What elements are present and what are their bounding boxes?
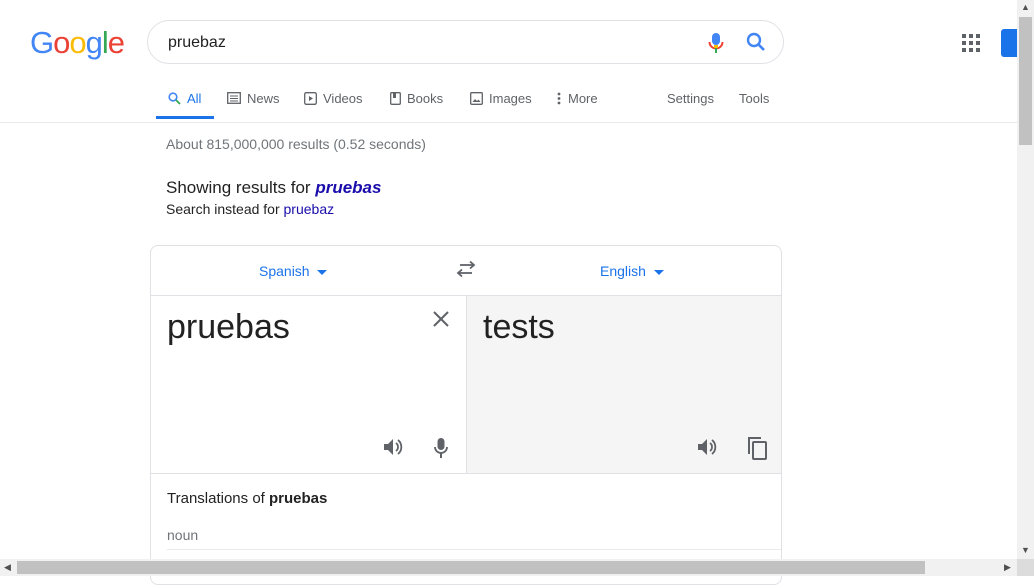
horizontal-scroll-thumb[interactable] (17, 561, 925, 574)
target-language-select[interactable]: English (600, 263, 664, 279)
dropdown-arrow-icon (317, 269, 328, 275)
horizontal-scrollbar[interactable]: ◀ ▶ (0, 559, 1017, 576)
copy-icon[interactable] (746, 436, 768, 465)
tab-videos[interactable]: Videos (304, 86, 363, 122)
speaker-icon[interactable] (697, 437, 719, 462)
original-query-link[interactable]: pruebaz (284, 201, 335, 217)
search-input[interactable]: pruebaz (168, 34, 226, 52)
tab-label: More (568, 91, 598, 106)
speaker-icon[interactable] (383, 437, 405, 462)
video-icon (304, 92, 317, 108)
close-icon[interactable] (432, 310, 450, 333)
tools-link[interactable]: Tools (739, 86, 769, 122)
showing-prefix: Showing results for (166, 178, 311, 197)
more-vert-icon (557, 92, 561, 108)
translations-heading: Translations of pruebas (167, 490, 327, 507)
tab-label: Videos (323, 91, 363, 106)
vertical-scroll-thumb[interactable] (1019, 17, 1032, 145)
dropdown-arrow-icon (653, 269, 664, 275)
result-stats: About 815,000,000 results (0.52 seconds) (166, 136, 426, 152)
scroll-down-arrow-icon[interactable]: ▼ (1021, 545, 1030, 555)
translations-word: pruebas (269, 490, 328, 507)
microphone-icon[interactable] (708, 32, 724, 59)
source-text[interactable]: pruebas (167, 308, 290, 347)
vertical-scrollbar[interactable]: ▲ ▼ (1017, 0, 1034, 559)
search-box[interactable]: pruebaz (147, 20, 784, 64)
settings-link[interactable]: Settings (667, 86, 714, 122)
apps-grid-icon[interactable] (962, 34, 980, 57)
search-icon[interactable] (746, 32, 766, 57)
book-icon (390, 92, 401, 108)
tab-books[interactable]: Books (390, 86, 443, 122)
search-tabs: All News Videos Books Images More Settin… (0, 86, 1017, 123)
microphone-icon[interactable] (433, 437, 449, 464)
scroll-right-arrow-icon[interactable]: ▶ (1004, 562, 1011, 573)
tab-more[interactable]: More (557, 86, 598, 122)
translate-card: Spanish English pruebas tests Translatio… (150, 245, 782, 585)
tab-label: News (247, 91, 280, 106)
image-icon (470, 92, 483, 108)
google-logo[interactable]: Google (30, 25, 125, 61)
tools-label: Tools (739, 91, 770, 106)
tab-images[interactable]: Images (470, 86, 532, 122)
scrollbar-corner (1017, 559, 1034, 576)
target-text-panel: tests (467, 296, 781, 473)
language-row: Spanish English (151, 246, 781, 296)
tab-news[interactable]: News (227, 86, 280, 122)
divider (167, 549, 781, 550)
target-language-label: English (600, 263, 646, 279)
settings-label: Settings (667, 91, 714, 106)
scroll-left-arrow-icon[interactable]: ◀ (4, 562, 11, 573)
translations-prefix: Translations of (167, 490, 265, 507)
part-of-speech: noun (167, 527, 199, 543)
search-icon (168, 92, 181, 108)
sign-in-button[interactable] (1001, 29, 1018, 57)
tab-label: All (187, 91, 202, 106)
swap-languages-icon[interactable] (456, 260, 476, 283)
corrected-query-link[interactable]: pruebas (315, 178, 381, 197)
source-text-panel[interactable]: pruebas (151, 296, 467, 473)
showing-results-for: Showing results for pruebas (166, 178, 381, 198)
tab-label: Books (407, 91, 444, 106)
search-instead-for: Search instead for pruebaz (166, 201, 334, 217)
translated-text: tests (483, 308, 555, 346)
instead-prefix: Search instead for (166, 201, 280, 217)
source-language-label: Spanish (259, 263, 310, 279)
tab-all[interactable]: All (156, 86, 214, 119)
tab-label: Images (489, 91, 532, 106)
source-language-select[interactable]: Spanish (259, 263, 328, 279)
news-icon (227, 92, 241, 107)
scroll-up-arrow-icon[interactable]: ▲ (1021, 2, 1030, 12)
